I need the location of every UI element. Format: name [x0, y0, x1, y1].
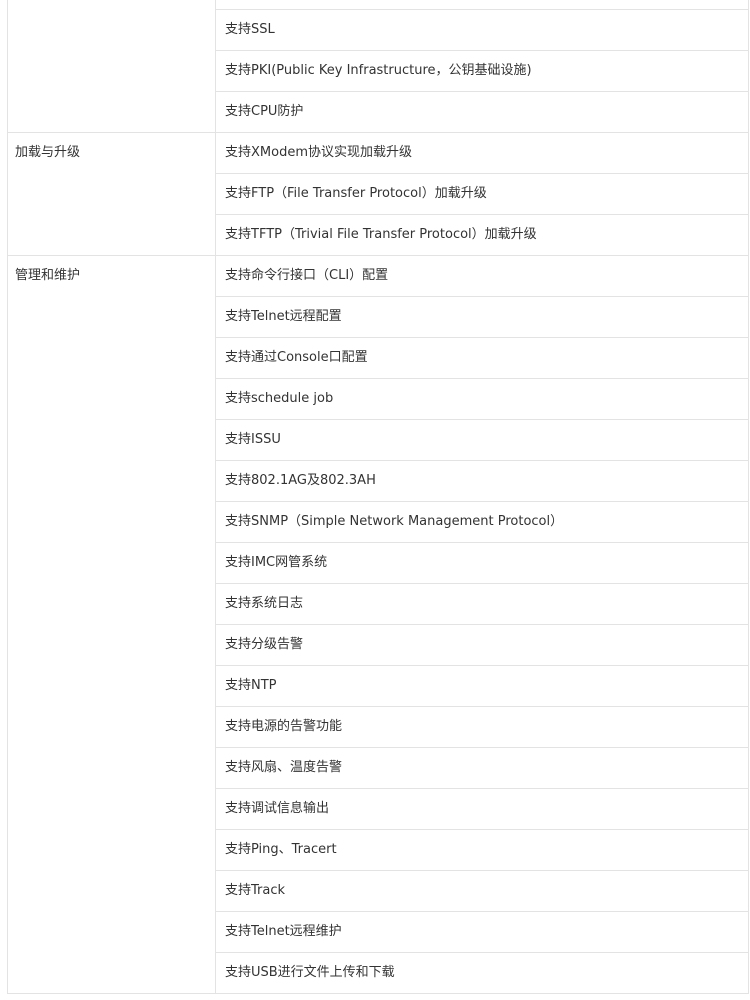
feature-cell: 支持系统日志 — [215, 583, 749, 625]
feature-cell: 支持CPU防护 — [215, 91, 749, 133]
feature-cell: 支持分级告警 — [215, 624, 749, 666]
feature-cell: 支持Track — [215, 870, 749, 912]
feature-cell — [215, 0, 749, 10]
category-cell-management-maintenance: 管理和维护 — [7, 255, 216, 994]
feature-cell: 支持SSL — [215, 9, 749, 51]
feature-spec-table: 支持SSL 支持PKI(Public Key Infrastructure，公钥… — [7, 0, 749, 994]
feature-cell: 支持NTP — [215, 665, 749, 707]
category-cell-security — [7, 0, 216, 133]
feature-cell: 支持电源的告警功能 — [215, 706, 749, 748]
feature-cell: 支持schedule job — [215, 378, 749, 420]
table-row: 加载与升级 支持XModem协议实现加载升级 — [7, 132, 749, 256]
feature-cell: 支持Telnet远程配置 — [215, 296, 749, 338]
feature-cell: 支持调试信息输出 — [215, 788, 749, 830]
feature-cell: 支持风扇、温度告警 — [215, 747, 749, 789]
feature-cell: 支持XModem协议实现加载升级 — [215, 132, 749, 174]
feature-cell: 支持Telnet远程维护 — [215, 911, 749, 953]
feature-cell: 支持SNMP（Simple Network Management Protoco… — [215, 501, 749, 543]
feature-cell: 支持802.1AG及802.3AH — [215, 460, 749, 502]
table-row: 管理和维护 支持命令行接口（CLI）配置 — [7, 255, 749, 994]
feature-cell: 支持IMC网管系统 — [215, 542, 749, 584]
category-cell-loading-upgrade: 加载与升级 — [7, 132, 216, 256]
feature-cell: 支持Ping、Tracert — [215, 829, 749, 871]
feature-cell: 支持USB进行文件上传和下载 — [215, 952, 749, 994]
feature-cell: 支持PKI(Public Key Infrastructure，公钥基础设施) — [215, 50, 749, 92]
feature-cell: 支持FTP（File Transfer Protocol）加载升级 — [215, 173, 749, 215]
feature-cell: 支持命令行接口（CLI）配置 — [215, 255, 749, 297]
feature-cell: 支持ISSU — [215, 419, 749, 461]
feature-cell: 支持通过Console口配置 — [215, 337, 749, 379]
table-row — [7, 0, 749, 133]
feature-cell: 支持TFTP（Trivial File Transfer Protocol）加载… — [215, 214, 749, 256]
